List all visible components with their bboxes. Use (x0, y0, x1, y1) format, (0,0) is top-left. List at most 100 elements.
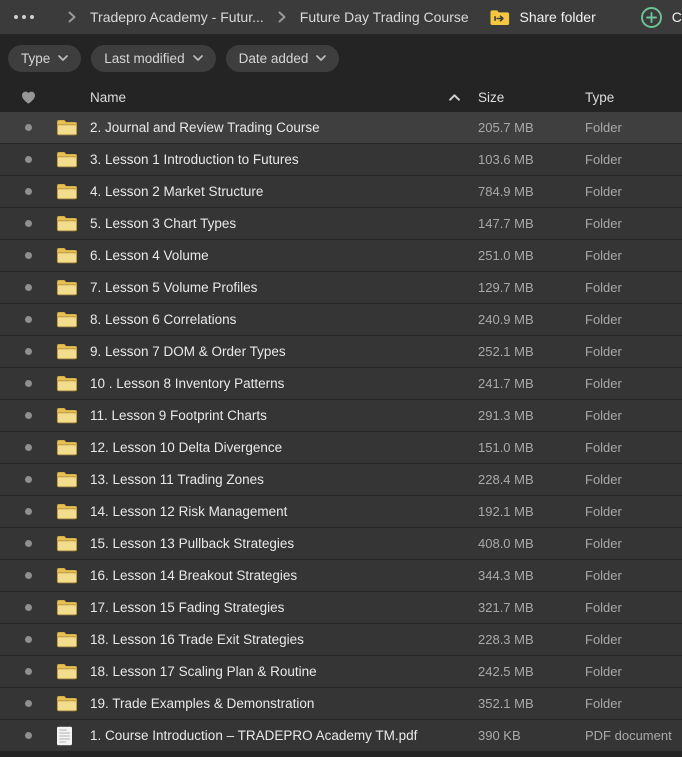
file-type: Folder (585, 152, 682, 167)
plus-circle-icon (640, 6, 663, 29)
folder-icon (56, 631, 78, 648)
folder-icon (56, 567, 78, 584)
chevron-down-icon (58, 55, 68, 61)
table-row[interactable]: 7. Lesson 5 Volume Profiles 129.7 MB Fol… (0, 272, 682, 303)
table-row[interactable]: 8. Lesson 6 Correlations 240.9 MB Folder (0, 304, 682, 335)
selection-dot-icon[interactable] (0, 220, 56, 227)
table-row[interactable]: 19. Trade Examples & Demonstration 352.1… (0, 688, 682, 719)
selection-dot-icon[interactable] (0, 444, 56, 451)
table-row[interactable]: 11. Lesson 9 Footprint Charts 291.3 MB F… (0, 400, 682, 431)
file-type: Folder (585, 248, 682, 263)
selection-dot-icon[interactable] (0, 252, 56, 259)
size-column-header[interactable]: Size (478, 90, 585, 105)
share-folder-icon (489, 9, 510, 26)
table-row[interactable]: 18. Lesson 17 Scaling Plan & Routine 242… (0, 656, 682, 687)
name-column-header[interactable]: Name (90, 90, 478, 105)
file-size: 228.3 MB (478, 632, 585, 647)
file-type: Folder (585, 440, 682, 455)
table-row[interactable]: 4. Lesson 2 Market Structure 784.9 MB Fo… (0, 176, 682, 207)
table-row[interactable]: 3. Lesson 1 Introduction to Futures 103.… (0, 144, 682, 175)
file-type: Folder (585, 696, 682, 711)
chevron-down-icon (193, 55, 203, 61)
file-size: 151.0 MB (478, 440, 585, 455)
file-type: Folder (585, 312, 682, 327)
selection-dot-icon[interactable] (0, 732, 56, 739)
file-size: 291.3 MB (478, 408, 585, 423)
table-row[interactable]: 16. Lesson 14 Breakout Strategies 344.3 … (0, 560, 682, 591)
filter-last-modified-dropdown[interactable]: Last modified (91, 45, 215, 72)
selection-dot-icon[interactable] (0, 348, 56, 355)
file-name: 15. Lesson 13 Pullback Strategies (90, 536, 478, 551)
table-row[interactable]: 17. Lesson 15 Fading Strategies 321.7 MB… (0, 592, 682, 623)
file-size: 352.1 MB (478, 696, 585, 711)
file-list: 2. Journal and Review Trading Course 205… (0, 112, 682, 751)
selection-dot-icon[interactable] (0, 124, 56, 131)
selection-dot-icon[interactable] (0, 668, 56, 675)
selection-dot-icon[interactable] (0, 284, 56, 291)
filter-date-added-dropdown[interactable]: Date added (226, 45, 340, 72)
filter-type-dropdown[interactable]: Type (8, 45, 81, 72)
table-row[interactable]: 10 . Lesson 8 Inventory Patterns 241.7 M… (0, 368, 682, 399)
table-row[interactable]: 14. Lesson 12 Risk Management 192.1 MB F… (0, 496, 682, 527)
table-header: Name Size Type (0, 82, 682, 112)
file-size: 784.9 MB (478, 184, 585, 199)
table-row[interactable]: 13. Lesson 11 Trading Zones 228.4 MB Fol… (0, 464, 682, 495)
selection-dot-icon[interactable] (0, 316, 56, 323)
table-row[interactable]: 5. Lesson 3 Chart Types 147.7 MB Folder (0, 208, 682, 239)
file-size: 205.7 MB (478, 120, 585, 135)
selection-dot-icon[interactable] (0, 508, 56, 515)
table-row[interactable]: 2. Journal and Review Trading Course 205… (0, 112, 682, 143)
selection-dot-icon[interactable] (0, 412, 56, 419)
create-button[interactable]: Creat (640, 6, 682, 29)
file-size: 344.3 MB (478, 568, 585, 583)
file-type: PDF document (585, 728, 682, 743)
breadcrumb-parent[interactable]: Tradepro Academy - Futur... (90, 9, 264, 25)
chevron-down-icon (316, 55, 326, 61)
selection-dot-icon[interactable] (0, 636, 56, 643)
selection-dot-icon[interactable] (0, 380, 56, 387)
type-column-header[interactable]: Type (585, 90, 682, 105)
selection-dot-icon[interactable] (0, 540, 56, 547)
file-type: Folder (585, 472, 682, 487)
table-row[interactable]: 18. Lesson 16 Trade Exit Strategies 228.… (0, 624, 682, 655)
table-row[interactable]: 9. Lesson 7 DOM & Order Types 252.1 MB F… (0, 336, 682, 367)
share-folder-button[interactable]: Share folder (489, 9, 595, 26)
file-type: Folder (585, 184, 682, 199)
file-size: 241.7 MB (478, 376, 585, 391)
folder-icon (56, 343, 78, 360)
selection-dot-icon[interactable] (0, 700, 56, 707)
folder-icon (56, 503, 78, 520)
create-button-label: Creat (672, 9, 682, 25)
folder-icon (56, 663, 78, 680)
sort-ascending-icon (449, 94, 460, 101)
file-name: 19. Trade Examples & Demonstration (90, 696, 478, 711)
file-size: 252.1 MB (478, 344, 585, 359)
selection-dot-icon[interactable] (0, 604, 56, 611)
selection-dot-icon[interactable] (0, 476, 56, 483)
file-size: 129.7 MB (478, 280, 585, 295)
selection-dot-icon[interactable] (0, 156, 56, 163)
table-row[interactable]: 15. Lesson 13 Pullback Strategies 408.0 … (0, 528, 682, 559)
table-row[interactable]: 1. Course Introduction – TRADEPRO Academ… (0, 720, 682, 751)
folder-icon (56, 183, 78, 200)
selection-dot-icon[interactable] (0, 188, 56, 195)
heart-icon (21, 91, 36, 104)
favorite-column-header[interactable] (0, 91, 56, 104)
folder-icon (56, 247, 78, 264)
file-type: Folder (585, 408, 682, 423)
file-size: 251.0 MB (478, 248, 585, 263)
file-name: 13. Lesson 11 Trading Zones (90, 472, 478, 487)
file-name: 4. Lesson 2 Market Structure (90, 184, 478, 199)
file-name: 8. Lesson 6 Correlations (90, 312, 478, 327)
ellipsis-menu-icon[interactable] (14, 15, 34, 19)
table-row[interactable]: 12. Lesson 10 Delta Divergence 151.0 MB … (0, 432, 682, 463)
file-size: 192.1 MB (478, 504, 585, 519)
file-name: 18. Lesson 17 Scaling Plan & Routine (90, 664, 478, 679)
folder-icon (56, 311, 78, 328)
file-size: 103.6 MB (478, 152, 585, 167)
file-size: 242.5 MB (478, 664, 585, 679)
table-row[interactable]: 6. Lesson 4 Volume 251.0 MB Folder (0, 240, 682, 271)
top-bar: Tradepro Academy - Futur... Future Day T… (0, 0, 682, 34)
folder-icon (56, 599, 78, 616)
selection-dot-icon[interactable] (0, 572, 56, 579)
